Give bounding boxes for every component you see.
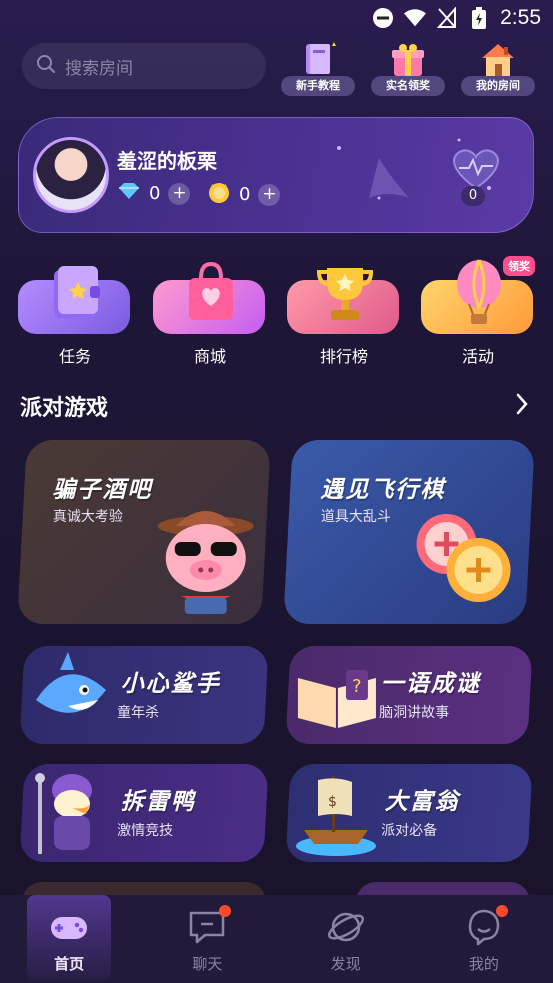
chevron-right-icon[interactable] xyxy=(515,392,529,416)
game-title: 遇见飞行棋 xyxy=(320,477,446,503)
diamond-icon xyxy=(117,181,141,206)
real-name-reward-button[interactable]: 实名领奖 xyxy=(371,40,445,98)
nav-chat[interactable]: 聊天 xyxy=(138,895,276,983)
tutorial-button[interactable]: 新手教程 xyxy=(281,40,355,98)
search-input[interactable]: 搜索房间 xyxy=(22,43,266,89)
my-room-button[interactable]: 我的房间 xyxy=(461,40,535,98)
no-signal-icon xyxy=(436,7,458,29)
search-placeholder: 搜索房间 xyxy=(65,58,133,79)
duck-soldier-icon xyxy=(35,773,92,854)
feature-shop[interactable]: 商城 xyxy=(153,250,267,366)
nav-discover-label: 发现 xyxy=(330,955,361,973)
game-subtitle: 道具大乱斗 xyxy=(320,509,391,525)
chat-bubble-icon xyxy=(187,905,232,947)
wifi-icon xyxy=(404,7,427,29)
tutorial-label: 新手教程 xyxy=(281,76,355,96)
profile-notification-dot xyxy=(495,905,508,917)
coin-balance: 0 + xyxy=(207,181,281,208)
user-face-icon xyxy=(464,905,508,947)
battery-icon xyxy=(468,7,490,29)
claim-reward-badge: 领奖 xyxy=(503,256,535,276)
likes-count: 0 xyxy=(461,186,485,206)
game-card-flight-chess[interactable]: 遇见飞行棋 道具大乱斗 xyxy=(283,440,535,624)
profile-card[interactable]: 羞涩的板栗 0 + 0 + 0 xyxy=(18,117,534,233)
diamond-balance: 0 + xyxy=(117,181,191,206)
feature-events[interactable]: 领奖 活动 xyxy=(421,250,535,366)
game-title: 小心鲨手 xyxy=(120,671,221,697)
diamond-count: 0 xyxy=(149,183,161,204)
avatar[interactable] xyxy=(33,137,109,213)
game-subtitle: 激情竞技 xyxy=(117,823,174,839)
feature-tasks-label: 任务 xyxy=(58,347,91,366)
gamepad-icon xyxy=(49,907,89,947)
nav-profile-label: 我的 xyxy=(468,955,499,973)
game-title: 大富翁 xyxy=(384,789,460,815)
username: 羞涩的板栗 xyxy=(117,149,217,173)
shark-icon xyxy=(36,652,107,713)
game-card-liar-bar[interactable]: 骗子酒吧 真诚大考验 xyxy=(17,440,271,624)
book-icon xyxy=(296,40,340,80)
game-card-monopoly[interactable]: $ 大富翁 派对必备 xyxy=(285,764,533,862)
game-title: 骗子酒吧 xyxy=(52,477,153,503)
nav-profile[interactable]: 我的 xyxy=(415,895,553,983)
add-coin-button[interactable]: + xyxy=(258,183,281,206)
status-bar: 2:55 xyxy=(0,0,553,38)
treasure-ship-icon: $ xyxy=(296,776,376,856)
real-name-reward-label: 实名领奖 xyxy=(371,76,445,96)
nav-chat-label: 聊天 xyxy=(192,955,223,973)
party-games-title: 派对游戏 xyxy=(20,396,109,421)
feature-shop-label: 商城 xyxy=(193,347,226,366)
trophy-icon xyxy=(309,256,381,328)
feature-leaderboard-label: 排行榜 xyxy=(319,347,368,366)
svg-text:?: ? xyxy=(352,676,362,697)
game-card-riddle[interactable]: ? 一语成谜 脑洞讲故事 xyxy=(285,646,533,744)
search-icon xyxy=(36,54,56,79)
shopping-bag-icon xyxy=(175,256,247,328)
planet-icon xyxy=(326,907,366,947)
gift-icon xyxy=(386,40,430,80)
game-title: 一语成谜 xyxy=(380,671,481,697)
game-subtitle: 真诚大考验 xyxy=(52,509,123,525)
coin-icon xyxy=(207,181,231,208)
feature-tasks[interactable]: 任务 xyxy=(18,250,132,366)
game-subtitle: 派对必备 xyxy=(381,823,438,839)
svg-text:$: $ xyxy=(328,794,337,810)
game-card-bomb-duck[interactable]: 拆雷鸭 激情竞技 xyxy=(19,764,269,862)
my-room-label: 我的房间 xyxy=(461,76,535,96)
pig-character-icon xyxy=(157,511,254,614)
likes-box[interactable]: 0 xyxy=(447,146,505,206)
house-icon xyxy=(476,40,520,80)
add-diamond-button[interactable]: + xyxy=(168,182,191,205)
coin-count: 0 xyxy=(239,184,251,205)
story-book-icon: ? xyxy=(297,670,376,728)
game-subtitle: 童年杀 xyxy=(117,705,160,721)
task-book-icon xyxy=(40,256,112,328)
chat-notification-dot xyxy=(219,905,232,917)
game-title: 拆雷鸭 xyxy=(120,789,196,815)
chess-pieces-icon xyxy=(416,514,511,602)
game-subtitle: 脑洞讲故事 xyxy=(379,705,450,721)
heart-icon xyxy=(453,149,499,190)
feature-events-label: 活动 xyxy=(461,347,494,366)
do-not-disturb-icon xyxy=(372,7,394,29)
nav-discover[interactable]: 发现 xyxy=(277,895,415,983)
nav-home[interactable]: 首页 xyxy=(0,895,138,983)
game-card-shark[interactable]: 小心鲨手 童年杀 xyxy=(19,646,269,744)
feature-leaderboard[interactable]: 排行榜 xyxy=(287,250,401,366)
status-time: 2:55 xyxy=(500,6,541,29)
bottom-nav: 首页 聊天 发现 我的 xyxy=(0,895,553,983)
